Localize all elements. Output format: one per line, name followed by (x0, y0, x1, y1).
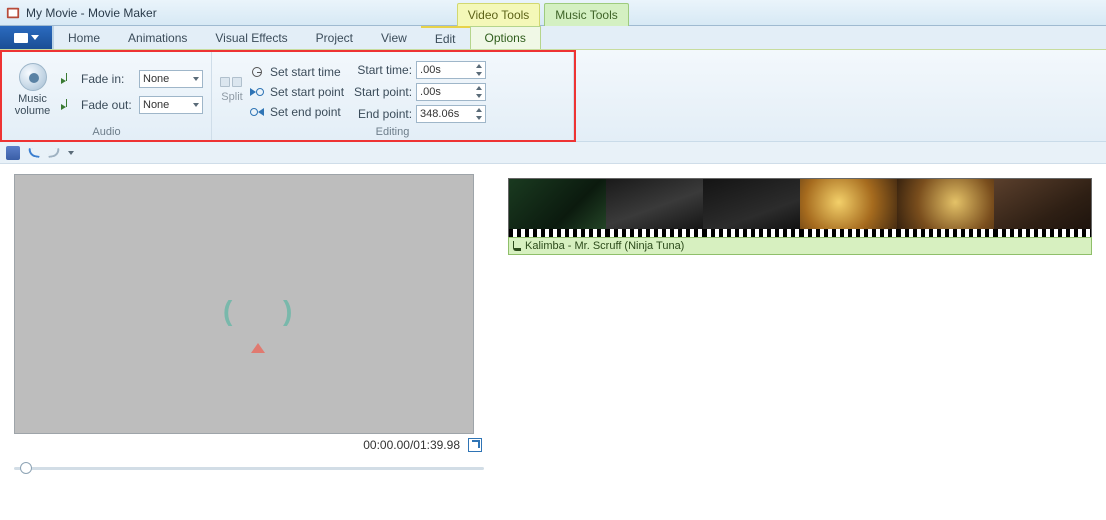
chevron-down-icon[interactable] (68, 151, 74, 155)
timeline-clip[interactable] (897, 179, 994, 237)
end-point-spinner[interactable]: 348.06s (416, 105, 486, 123)
chevron-up-icon (476, 108, 482, 112)
end-point-field-label: End point: (350, 107, 412, 121)
timeline-filmstrip[interactable] (508, 178, 1092, 238)
title-bar: My Movie - Movie Maker Video Tools Music… (0, 0, 1106, 26)
music-volume-button[interactable]: Music volume (10, 63, 55, 117)
marker-right-icon: ) (283, 295, 292, 327)
set-end-point-label: Set end point (270, 105, 341, 119)
tab-edit[interactable]: Edit (421, 26, 470, 49)
split-icon (220, 77, 244, 89)
slider-track (14, 467, 484, 470)
contextual-tab-music-tools[interactable]: Music Tools (544, 3, 628, 26)
marker-left-icon: ( (223, 295, 232, 327)
end-point-value: 348.06s (417, 108, 473, 120)
end-point-icon (250, 106, 264, 118)
contextual-tab-video-tools[interactable]: Video Tools (457, 3, 541, 26)
quick-access-toolbar (0, 142, 1106, 164)
start-time-value: .00s (417, 64, 473, 76)
ribbon-group-editing: Split Set start time Set start point Set… (212, 52, 574, 140)
set-start-point-label: Set start point (270, 85, 344, 99)
set-end-point-button[interactable]: Set end point (250, 105, 344, 119)
timeline-clip[interactable] (994, 179, 1091, 237)
set-start-point-button[interactable]: Set start point (250, 85, 344, 99)
chevron-down-icon (476, 116, 482, 120)
start-point-icon (250, 86, 264, 98)
timeline-clip[interactable] (703, 179, 800, 237)
save-icon[interactable] (6, 146, 20, 160)
chevron-up-icon (476, 86, 482, 90)
chevron-down-icon (193, 77, 199, 81)
music-volume-label: Music volume (10, 93, 55, 117)
tab-view[interactable]: View (367, 26, 421, 49)
split-button[interactable]: Split (220, 77, 244, 103)
fade-out-combo[interactable]: None (139, 96, 203, 114)
undo-icon[interactable] (27, 148, 40, 158)
fullscreen-icon[interactable] (468, 438, 482, 452)
tab-visual-effects[interactable]: Visual Effects (201, 26, 301, 49)
clock-icon (250, 66, 264, 78)
playhead-marker-icon (251, 343, 265, 353)
set-start-time-label: Set start time (270, 65, 341, 79)
start-point-field-label: Start point: (350, 85, 412, 99)
audio-track[interactable]: Kalimba - Mr. Scruff (Ninja Tuna) (508, 237, 1092, 255)
start-time-spinner[interactable]: .00s (416, 61, 486, 79)
chevron-down-icon (193, 103, 199, 107)
ribbon-tab-strip: Home Animations Visual Effects Project V… (0, 26, 1106, 50)
music-note-icon (513, 241, 521, 251)
time-display: 00:00.00/01:39.98 (363, 438, 460, 452)
group-label-audio: Audio (10, 126, 203, 140)
chevron-down-icon (476, 72, 482, 76)
start-time-field-label: Start time: (350, 63, 412, 77)
highlighted-ribbon-region: Music volume Fade in: None Fade out: (0, 50, 576, 142)
fade-in-value: None (143, 73, 169, 85)
fade-out-value: None (143, 99, 169, 111)
chevron-up-icon (476, 64, 482, 68)
speaker-icon (19, 63, 47, 91)
fade-in-label: Fade in: (81, 72, 133, 86)
preview-monitor[interactable]: ( ) (14, 174, 474, 434)
fade-in-combo[interactable]: None (139, 70, 203, 88)
ribbon: Music volume Fade in: None Fade out: (0, 50, 1106, 142)
fade-in-icon (61, 73, 75, 85)
chevron-down-icon (476, 94, 482, 98)
timeline-clip[interactable] (800, 179, 897, 237)
chevron-down-icon (31, 35, 39, 40)
fade-out-label: Fade out: (81, 98, 133, 112)
tab-home[interactable]: Home (54, 26, 114, 49)
group-label-editing: Editing (220, 126, 565, 140)
tab-project[interactable]: Project (302, 26, 367, 49)
timeline-clip[interactable] (509, 179, 606, 237)
file-menu-button[interactable] (0, 26, 54, 49)
tab-options[interactable]: Options (470, 26, 541, 49)
set-start-time-button[interactable]: Set start time (250, 65, 344, 79)
tab-animations[interactable]: Animations (114, 26, 201, 49)
window-title: My Movie - Movie Maker (26, 6, 157, 20)
redo-icon[interactable] (47, 148, 60, 158)
seek-slider[interactable] (14, 462, 484, 476)
slider-thumb[interactable] (20, 462, 32, 474)
split-label: Split (221, 91, 242, 103)
ribbon-group-audio: Music volume Fade in: None Fade out: (2, 52, 212, 140)
fade-out-icon (61, 99, 75, 111)
app-icon (6, 6, 20, 20)
start-point-value: .00s (417, 86, 473, 98)
start-point-spinner[interactable]: .00s (416, 83, 486, 101)
file-icon (14, 33, 28, 43)
timeline-clip[interactable] (606, 179, 703, 237)
audio-track-label: Kalimba - Mr. Scruff (Ninja Tuna) (525, 240, 684, 252)
